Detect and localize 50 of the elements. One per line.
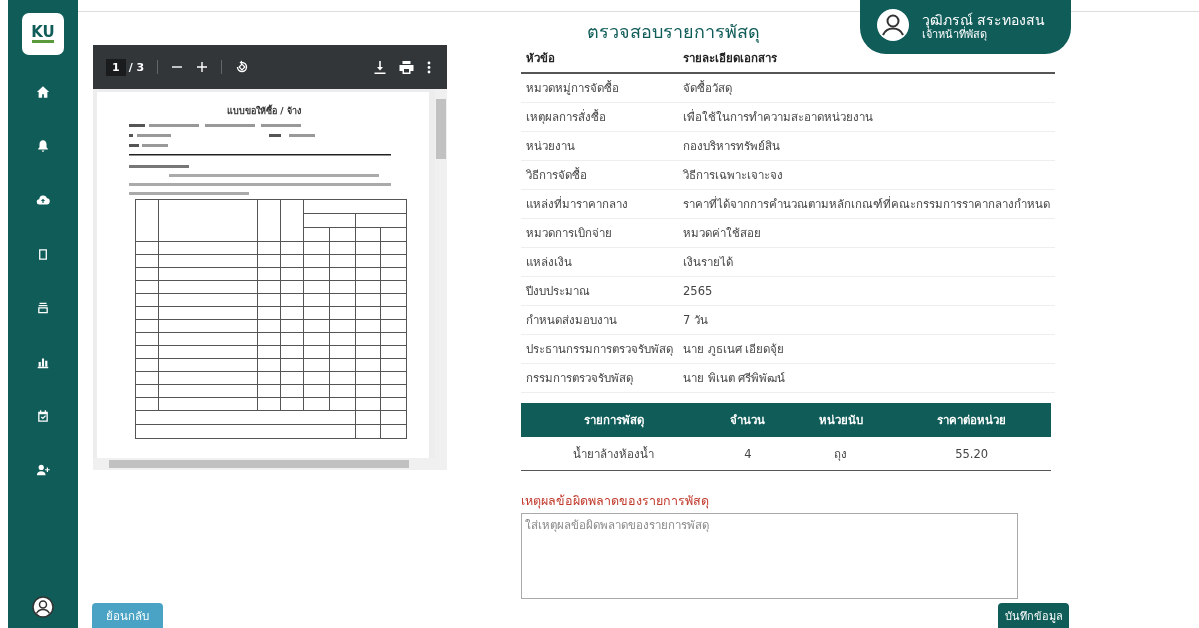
column-header: รายละเอียดเอกสาร — [683, 51, 777, 66]
column-header: หัวข้อ — [526, 51, 555, 66]
detail-value: เพื่อใช้ในการทำความสะอาดหน่วยงาน — [683, 110, 873, 125]
column-header: หน่วยนับ — [818, 413, 863, 428]
detail-label: วิธีการจัดซื้อ — [526, 168, 587, 183]
table-cell: น้ำยาล้างห้องน้ำ — [573, 446, 655, 461]
column-header: จำนวน — [730, 413, 766, 428]
detail-value: นาย พิเนต ศรีพิพัฒน์ — [683, 371, 786, 386]
detail-label: หมวดหมู่การจัดซื้อ — [526, 81, 619, 96]
logo-text: KU — [31, 25, 55, 40]
rotate-icon[interactable] — [235, 60, 250, 75]
detail-value: หมวดค่าใช้สอย — [683, 226, 761, 241]
user-avatar-icon — [876, 8, 910, 42]
detail-label: ปีงบประมาณ — [526, 284, 590, 299]
profile-avatar-icon[interactable] — [32, 596, 54, 618]
user-role: เจ้าหน้าที่พัสดุ — [922, 28, 988, 42]
page-total: / 3 — [128, 60, 145, 74]
table-cell: ถุง — [834, 446, 848, 461]
detail-value: นาย ภูธเนศ เอียดจุ้ย — [683, 342, 785, 357]
logo-stripe-icon — [32, 40, 54, 43]
detail-label: กรรมการตรวจรับพัสดุ — [526, 371, 633, 386]
detail-value: ราคาที่ได้จากการคำนวณตามหลักเกณฑ์ที่คณะกรรมการราคากลางกำหนด — [683, 197, 1050, 212]
document-title: แบบขอให้ซื้อ / จ้าง — [226, 104, 302, 119]
detail-label: กำหนดส่งมอบงาน — [526, 313, 617, 328]
detail-value: จัดซื้อวัสดุ — [683, 81, 732, 96]
table-cell: 4 — [744, 446, 752, 461]
print-icon[interactable] — [399, 60, 414, 74]
zoom-in-icon[interactable] — [196, 61, 209, 74]
detail-label: แหล่งเงิน — [526, 255, 572, 270]
detail-value: วิธีการเฉพาะเจาะจง — [683, 168, 783, 183]
detail-value: 2565 — [683, 284, 713, 299]
page-title: ตรวจสอบรายการพัสดุ — [587, 20, 760, 45]
download-icon[interactable] — [374, 60, 386, 74]
detail-label: แหล่งที่มาราคากลาง — [526, 197, 628, 212]
save-button[interactable]: บันทึกข้อมูล — [998, 603, 1069, 628]
table-cell: 55.20 — [955, 446, 989, 461]
detail-label: ประธานกรรมการตรวจรับพัสดุ — [526, 342, 673, 357]
detail-value: กองบริหารทรัพย์สิน — [683, 139, 780, 154]
reason-label: เหตุผลข้อผิดพลาดของรายการพัสดุ — [521, 492, 710, 511]
reason-field[interactable]: ใส่เหตุผลข้อผิดพลาดของรายการพัสดุ — [521, 513, 1018, 600]
page-number-field[interactable]: 1 — [106, 58, 126, 76]
column-header: ราคาต่อหน่วย — [937, 413, 1007, 428]
user-name: วุฒิภรณ์ สระทองสน — [922, 12, 1046, 28]
detail-label: หมวดการเบิกจ่าย — [526, 226, 612, 241]
column-header: รายการพัสดุ — [583, 413, 644, 428]
detail-label: เหตุผลการสั่งซื้อ — [526, 110, 606, 125]
detail-value: 7 วัน — [683, 313, 708, 328]
detail-value: เงินรายได้ — [683, 255, 733, 270]
more-icon[interactable] — [427, 60, 431, 74]
detail-label: หน่วยงาน — [526, 139, 575, 154]
